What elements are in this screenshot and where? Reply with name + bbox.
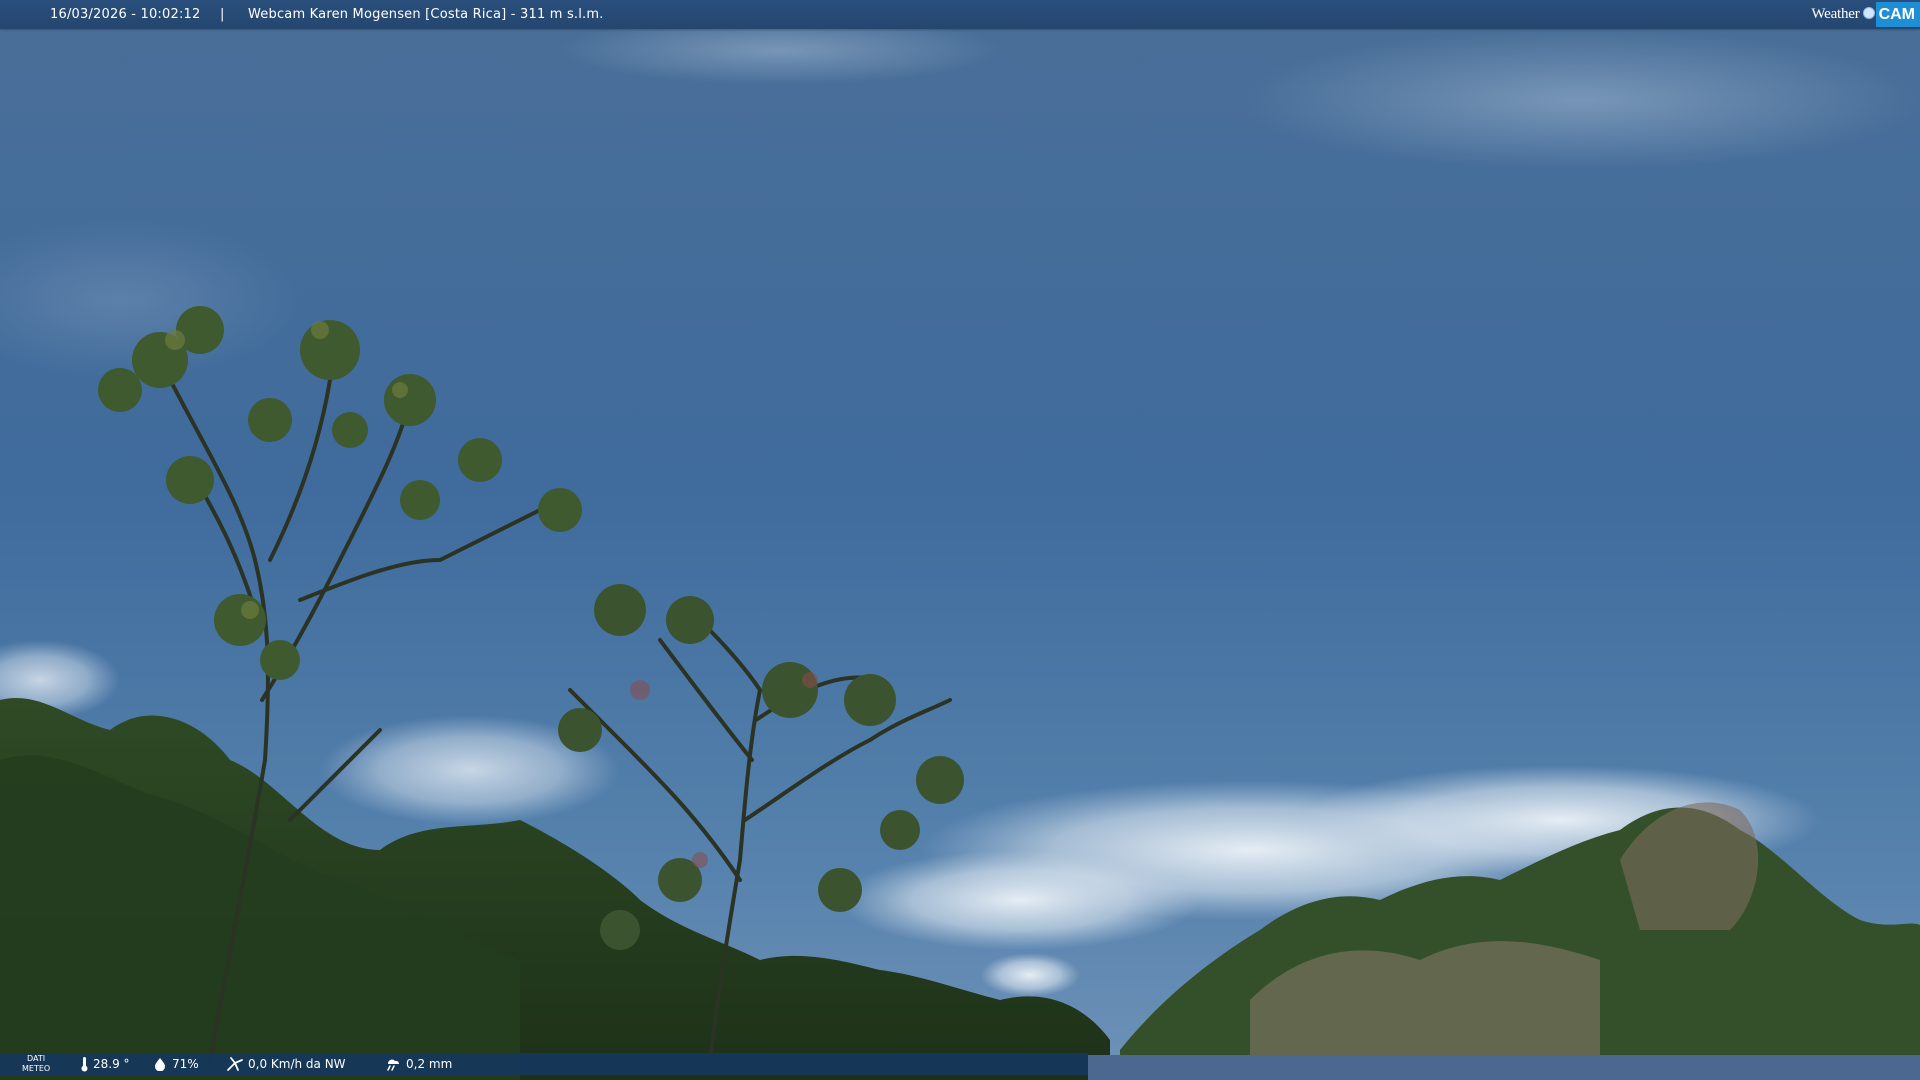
humidity-drop-icon [155,1058,165,1071]
meteo-label-line2: METEO [22,1064,51,1073]
meteo-label: DATI METEO [22,1054,50,1074]
wind-value: 0,0 Km/h da NW [248,1057,346,1071]
wind-icon [227,1057,243,1071]
rain-reading: 0,2 mm [384,1053,452,1075]
camera-title: Webcam Karen Mogensen [Costa Rica] - 311… [248,7,604,22]
temperature-reading: 28.9 ° [80,1053,130,1075]
humidity-reading: 71% [152,1053,199,1075]
temperature-value: 28.9 ° [93,1057,130,1071]
wind-reading: 0,0 Km/h da NW [226,1053,346,1075]
logo-badge: CAM [1875,2,1920,27]
logo-word: Weather [1811,6,1860,22]
rain-value: 0,2 mm [406,1057,453,1071]
title-separator: | [220,7,225,22]
thermometer-icon [81,1057,88,1072]
humidity-value: 71% [172,1057,199,1071]
rain-cloud-icon [387,1059,400,1071]
timestamp: 16/03/2026 - 10:02:12 [50,7,201,22]
weathercam-logo[interactable]: Weather CAM [1811,2,1920,27]
camera-info-bar: 16/03/2026 - 10:02:12 | Webcam Karen Mog… [0,0,1920,29]
meteo-bar: DATI METEO 28.9 ° 71% 0,0 Km/h da NW 0,2… [0,1053,1088,1075]
meteo-label-line1: DATI [27,1054,46,1063]
logo-globe-icon [1862,6,1875,19]
webcam-image [0,0,1920,1080]
bottom-strip [1088,1055,1920,1080]
